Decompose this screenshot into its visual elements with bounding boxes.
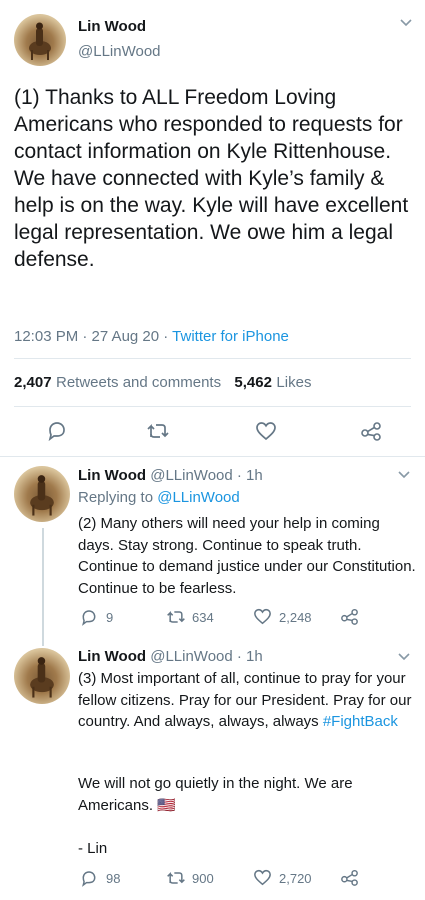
reply-icon[interactable] xyxy=(80,609,98,626)
heart-icon[interactable] xyxy=(253,608,272,625)
avatar-image xyxy=(30,657,54,698)
tweet-timestamp[interactable]: 12:03 PM · 27 Aug 20 · xyxy=(14,328,172,345)
reply-count: 98 xyxy=(106,871,121,886)
retweet-count: 634 xyxy=(192,610,214,625)
likes-count[interactable]: 5,462 xyxy=(234,374,272,391)
author-handle[interactable]: @LLinWood xyxy=(78,43,161,60)
avatar[interactable] xyxy=(14,466,70,522)
tweet-stats: 2,407 Retweets and comments 5,462 Likes xyxy=(14,374,311,392)
retweets-count[interactable]: 2,407 xyxy=(14,374,52,391)
divider xyxy=(0,456,425,457)
reply-count: 9 xyxy=(106,610,114,625)
like-count: 2,248 xyxy=(279,610,312,625)
author-name[interactable]: Lin Wood xyxy=(78,648,146,665)
chevron-down-icon[interactable] xyxy=(398,652,410,664)
author-handle[interactable]: @LLinWood · 1h xyxy=(150,648,263,665)
reply-header: Lin Wood @LLinWood · 1h xyxy=(78,648,263,665)
reply-text: (3) Most important of all, continue to p… xyxy=(78,668,418,733)
author-handle[interactable]: @LLinWood · 1h xyxy=(150,467,263,484)
avatar-image xyxy=(30,475,54,516)
share-icon[interactable] xyxy=(360,421,382,441)
reply-icon[interactable] xyxy=(46,421,68,441)
retweet-count: 900 xyxy=(192,871,214,886)
chevron-down-icon[interactable] xyxy=(400,18,412,30)
share-icon[interactable] xyxy=(340,608,359,625)
reply-text: (2) Many others will need your help in c… xyxy=(78,515,416,597)
likes-label[interactable]: Likes xyxy=(276,374,311,391)
avatar[interactable] xyxy=(14,14,66,66)
retweet-icon[interactable] xyxy=(146,422,170,440)
reply-text-signature: - Lin xyxy=(78,840,108,857)
reply-header: Lin Wood @LLinWood · 1h xyxy=(78,467,263,484)
retweet-icon[interactable] xyxy=(166,870,186,886)
tweet-meta: 12:03 PM · 27 Aug 20 · Twitter for iPhon… xyxy=(14,328,289,345)
divider xyxy=(14,406,411,407)
chevron-down-icon[interactable] xyxy=(398,470,410,482)
author-name[interactable]: Lin Wood xyxy=(78,467,146,484)
reply-text-paragraph-2: We will not go quietly in the night. We … xyxy=(78,775,353,814)
author-name[interactable]: Lin Wood xyxy=(78,18,146,35)
retweet-icon[interactable] xyxy=(166,609,186,625)
hashtag-link[interactable]: #FightBack xyxy=(323,713,398,730)
divider xyxy=(14,358,411,359)
tweet-text: (1) Thanks to ALL Freedom Loving America… xyxy=(14,86,409,271)
avatar[interactable] xyxy=(14,648,70,704)
share-icon[interactable] xyxy=(340,869,359,886)
tweet-source[interactable]: Twitter for iPhone xyxy=(172,328,289,345)
avatar-image xyxy=(29,22,51,60)
replying-label: Replying to xyxy=(78,489,158,506)
retweets-label[interactable]: Retweets and comments xyxy=(56,374,221,391)
thread-line xyxy=(42,528,44,646)
replying-handle[interactable]: @LLinWood xyxy=(157,489,240,506)
like-count: 2,720 xyxy=(279,871,312,886)
heart-icon[interactable] xyxy=(253,869,272,886)
replying-to: Replying to @LLinWood xyxy=(78,489,240,506)
reply-icon[interactable] xyxy=(80,870,98,887)
heart-icon[interactable] xyxy=(255,421,277,441)
